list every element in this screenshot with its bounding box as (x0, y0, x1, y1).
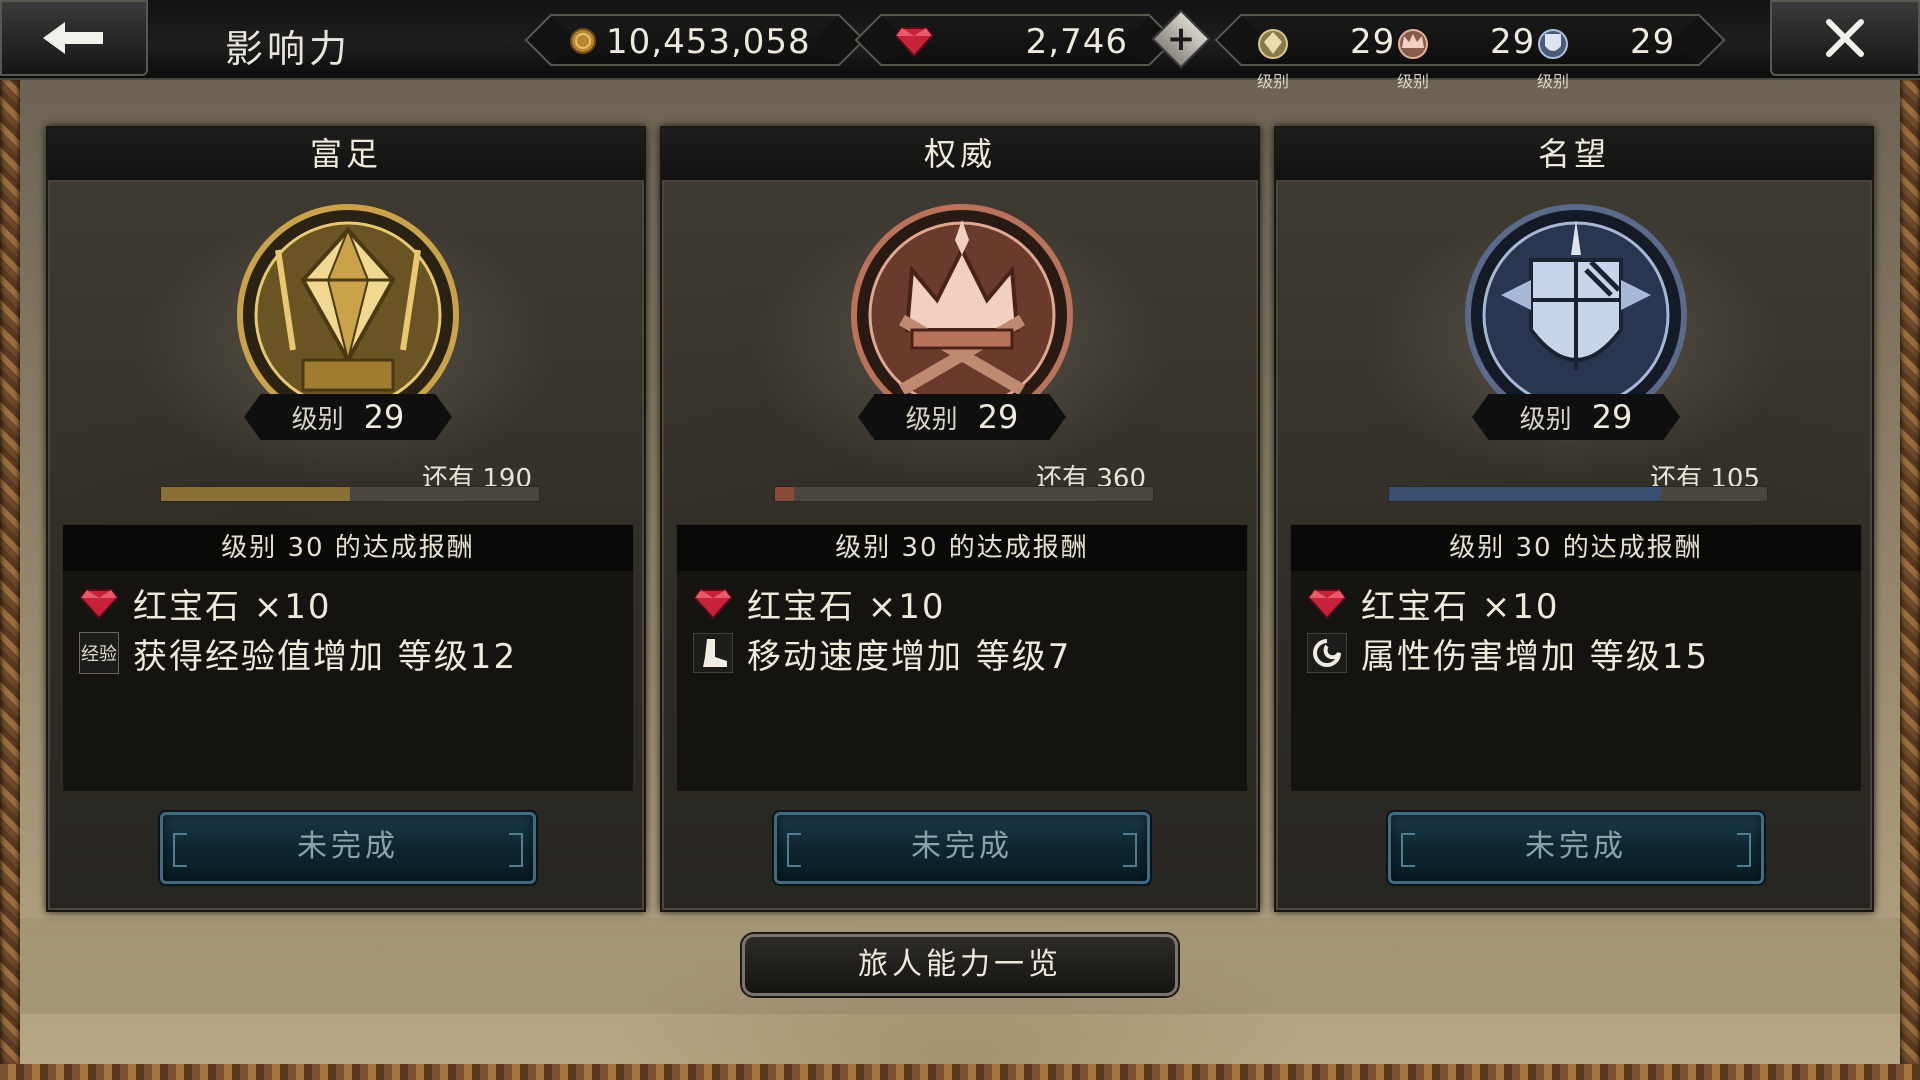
frame-left-border (0, 78, 20, 1080)
gold-amount: 10,453,058 (606, 22, 811, 62)
gold-display: 10,453,058 (550, 14, 840, 66)
level-label: 级别 (1519, 404, 1572, 435)
back-arrow-icon (43, 22, 103, 54)
reward-panel: 级别 30 的达成报酬 红宝石 ×10 属性伤害增加 等级15 (1290, 524, 1862, 792)
level-badge: 级别 29 (858, 394, 1066, 440)
level-value: 29 (363, 398, 405, 436)
incomplete-button[interactable]: 未完成 (160, 812, 536, 884)
level-label: 级别 (1256, 72, 1289, 91)
swirl-icon (1307, 633, 1347, 673)
reward-title: 级别 30 的达成报酬 (1291, 525, 1861, 571)
plus-icon: + (1166, 19, 1196, 59)
fame-level-value: 29 (1630, 22, 1676, 62)
reward-text: 红宝石 ×10 (747, 586, 946, 627)
progress-bar (160, 486, 540, 502)
wealth-crest-icon: 级别 (1246, 24, 1300, 91)
ruby-display: 2,746 (880, 14, 1150, 66)
ruby-icon (693, 583, 733, 623)
progress-fill (775, 487, 794, 501)
reward-text: 获得经验值增加 等级12 (133, 636, 518, 677)
fame-card: 名望 级别 29 还有 105 级别 30 的达成报酬 红宝石 ×10 属性伤害… (1274, 126, 1874, 912)
reward-item: 经验 获得经验值增加 等级12 (79, 632, 517, 677)
card-title: 权威 (662, 128, 1258, 182)
reward-text: 红宝石 ×10 (1361, 586, 1560, 627)
card-title: 名望 (1276, 128, 1872, 182)
power-card: 权威 级别 29 还有 360 级别 30 的达成报酬 红宝石 ×10 移动速度… (660, 126, 1260, 912)
exp-icon: 经验 (79, 632, 119, 674)
card-title: 富足 (48, 128, 644, 182)
progress-bar (1388, 486, 1768, 502)
level-badge: 级别 29 (1472, 394, 1680, 440)
close-button[interactable] (1770, 0, 1920, 76)
level-label: 级别 (1536, 72, 1569, 91)
frame-bottom-border (0, 1064, 1920, 1080)
reward-panel: 级别 30 的达成报酬 红宝石 ×10 移动速度增加 等级7 (676, 524, 1248, 792)
level-label: 级别 (905, 404, 958, 435)
reward-title: 级别 30 的达成报酬 (63, 525, 633, 571)
progress-fill (161, 487, 350, 501)
progress-bar (774, 486, 1154, 502)
add-ruby-button[interactable]: + (1151, 9, 1211, 69)
ruby-icon (1307, 583, 1347, 623)
reward-text: 红宝石 ×10 (133, 586, 332, 627)
reward-item: 属性伤害增加 等级15 (1307, 633, 1709, 677)
incomplete-button[interactable]: 未完成 (1388, 812, 1764, 884)
ruby-icon (79, 583, 119, 623)
reward-text: 移动速度增加 等级7 (747, 636, 1072, 677)
close-icon (1826, 19, 1864, 57)
level-label: 级别 (291, 404, 344, 435)
top-bar: 影响力 10,453,058 2,746 + 级别 29 级别 29 级别 29 (0, 0, 1920, 91)
back-button[interactable] (0, 0, 148, 76)
fame-crest-icon: 级别 (1526, 24, 1580, 91)
reward-item: 红宝石 ×10 (1307, 583, 1560, 627)
reward-item: 红宝石 ×10 (79, 583, 332, 627)
gold-coin-icon (570, 28, 596, 54)
power-crest-icon: 级别 (1386, 24, 1440, 91)
traveler-abilities-button[interactable]: 旅人能力一览 (742, 934, 1178, 996)
reward-item: 红宝石 ×10 (693, 583, 946, 627)
reward-title: 级别 30 的达成报酬 (677, 525, 1247, 571)
reward-panel: 级别 30 的达成报酬 红宝石 ×10 经验 获得经验值增加 等级12 (62, 524, 634, 792)
frame-right-border (1900, 78, 1920, 1080)
wealth-card: 富足 级别 29 还有 190 级别 30 的达成报酬 红宝石 ×10 经验 获… (46, 126, 646, 912)
level-badge: 级别 29 (244, 394, 452, 440)
ruby-amount: 2,746 (1025, 22, 1128, 62)
reward-text: 属性伤害增加 等级15 (1361, 636, 1710, 677)
level-value: 29 (1591, 398, 1633, 436)
level-value: 29 (977, 398, 1019, 436)
reward-item: 移动速度增加 等级7 (693, 633, 1071, 677)
page-title: 影响力 (225, 27, 352, 71)
incomplete-button[interactable]: 未完成 (774, 812, 1150, 884)
ruby-icon (894, 27, 934, 58)
level-summary: 级别 29 级别 29 级别 29 (1240, 14, 1700, 91)
progress-fill (1389, 487, 1662, 501)
level-label: 级别 (1396, 72, 1429, 91)
boot-icon (693, 633, 733, 673)
